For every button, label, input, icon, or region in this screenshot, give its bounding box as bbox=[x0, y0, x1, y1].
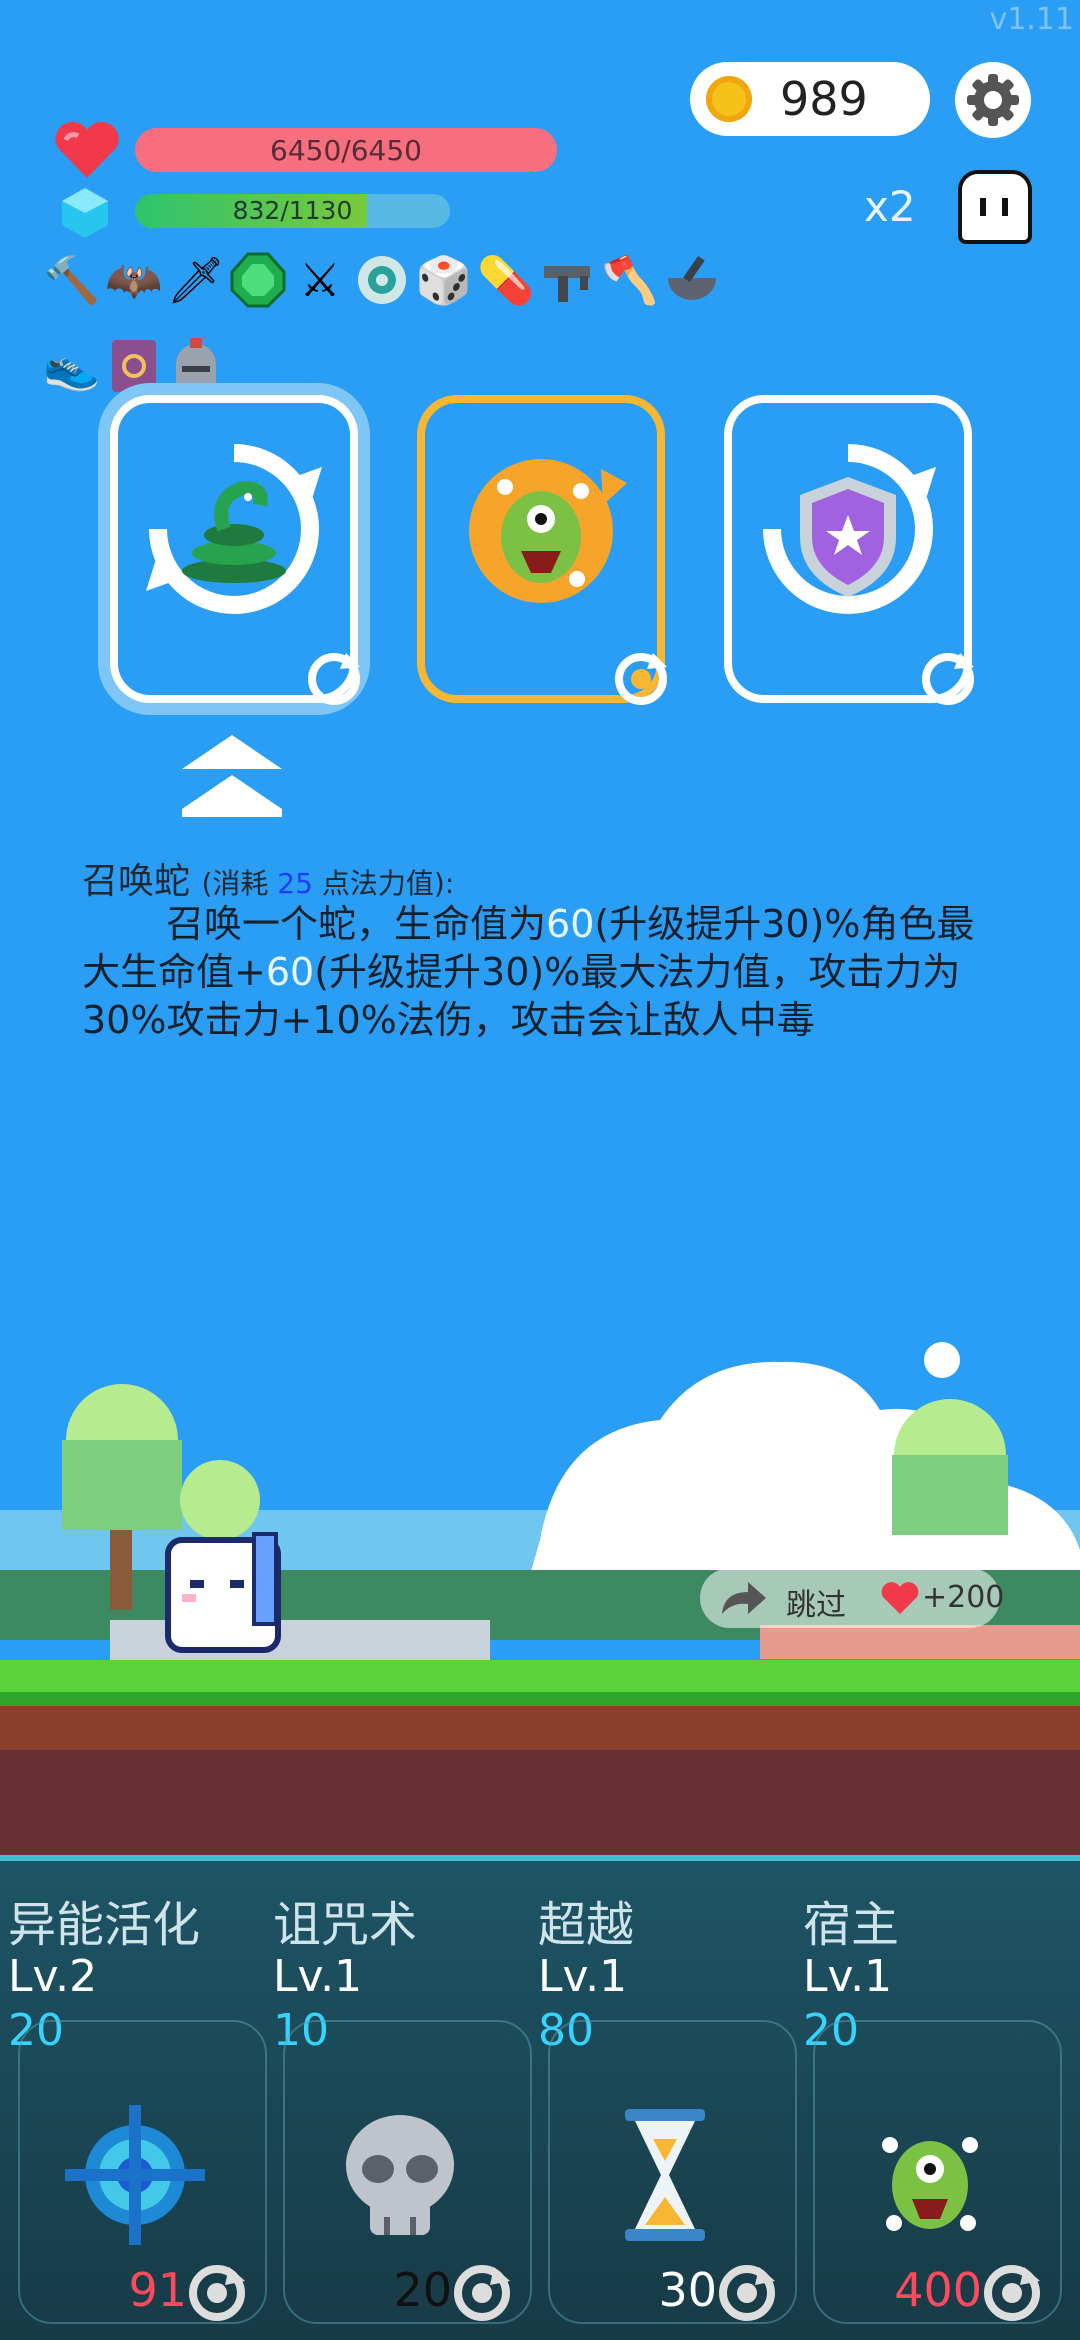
mana-crystal-icon bbox=[62, 188, 108, 238]
desc-value: 60 bbox=[265, 950, 315, 994]
skill-shop-panel: 异能活化 Lv.2 20 91 诅咒术 Lv.1 10 20 超越 Lv.1 8… bbox=[0, 1855, 1080, 2340]
upgrade-icon[interactable] bbox=[717, 2263, 777, 2323]
ring-icon[interactable] bbox=[354, 250, 410, 310]
sneaker-icon[interactable]: 👟 bbox=[43, 336, 100, 396]
card-monster[interactable] bbox=[417, 395, 667, 705]
skill-level: Lv.1 bbox=[273, 1951, 363, 2002]
item-row-2: 👟 bbox=[43, 336, 224, 396]
skill-cost-text: (消耗 25 点法力值): bbox=[201, 867, 454, 900]
reroll-icon[interactable] bbox=[918, 649, 978, 709]
gear-icon bbox=[967, 74, 1019, 126]
skill-description-title: 召唤蛇 (消耗 25 点法力值): bbox=[82, 852, 454, 904]
heart-icon bbox=[55, 121, 119, 178]
shield-icon bbox=[763, 444, 936, 614]
desc-value: 60 bbox=[546, 902, 595, 946]
hero-character bbox=[165, 1532, 281, 1653]
hp-bar: 6450/6450 bbox=[135, 128, 557, 172]
monster-icon bbox=[882, 2137, 978, 2231]
skill-level: Lv.2 bbox=[8, 1951, 98, 2002]
ghost-button[interactable] bbox=[958, 170, 1032, 244]
selection-chevron-icon bbox=[182, 735, 282, 817]
dagger-icon[interactable]: 🗡 bbox=[167, 250, 225, 310]
skill-level: Lv.1 bbox=[538, 1951, 628, 2002]
emerald-icon[interactable] bbox=[230, 250, 286, 310]
share-arrow-icon bbox=[722, 1582, 766, 1614]
skill-name: 超越 bbox=[538, 1897, 635, 1953]
skill-name: 异能活化 bbox=[8, 1897, 201, 1953]
spellbook-icon[interactable] bbox=[106, 336, 162, 396]
sword-icon[interactable]: ⚔ bbox=[292, 250, 348, 310]
cost-value: 25 bbox=[277, 867, 313, 900]
skill-slot[interactable]: 异能活化 Lv.2 20 91 bbox=[0, 1855, 267, 2340]
skill-price: 20 bbox=[393, 2263, 452, 2317]
hourglass-icon bbox=[625, 2109, 705, 2241]
snake-icon bbox=[146, 444, 322, 614]
skill-price: 400 bbox=[894, 2263, 982, 2317]
skill-slot[interactable]: 超越 Lv.1 80 30 bbox=[530, 1855, 797, 2340]
ghost-eye bbox=[980, 198, 986, 216]
axe-icon[interactable]: 🪓 bbox=[601, 250, 658, 310]
upgrade-icon[interactable] bbox=[982, 2263, 1042, 2323]
reroll-icon[interactable] bbox=[304, 649, 364, 709]
version-label: v1.11 bbox=[989, 2, 1074, 37]
dice-icon[interactable]: 🎲 bbox=[415, 250, 472, 310]
upgrade-icon[interactable] bbox=[187, 2263, 247, 2323]
ghost-eye bbox=[1002, 198, 1008, 216]
skill-name: 诅咒术 bbox=[273, 1897, 418, 1953]
skill-level: Lv.1 bbox=[803, 1951, 893, 2002]
speed-multiplier[interactable]: x2 bbox=[864, 182, 916, 231]
skill-price: 91 bbox=[128, 2263, 187, 2317]
mortar-icon[interactable] bbox=[664, 250, 720, 310]
coin-value: 989 bbox=[780, 72, 868, 126]
desc-part: 召唤一个蛇，生命值为 bbox=[166, 902, 547, 946]
uzi-icon[interactable] bbox=[540, 250, 596, 310]
helmet-icon[interactable] bbox=[168, 336, 224, 396]
skip-button[interactable]: 跳过 +200 bbox=[700, 1568, 1004, 1628]
skill-name: 宿主 bbox=[803, 1897, 900, 1953]
reroll-icon[interactable] bbox=[611, 649, 671, 709]
skill-slot[interactable]: 诅咒术 Lv.1 10 20 bbox=[265, 1855, 532, 2340]
upgrade-icon[interactable] bbox=[452, 2263, 512, 2323]
item-row-1: 🔨 🦇 🗡 ⚔ 🎲 💊 🪓 bbox=[43, 250, 720, 310]
skill-slot[interactable]: 宿主 Lv.1 20 400 bbox=[795, 1855, 1062, 2340]
hp-text: 6450/6450 bbox=[270, 134, 422, 167]
skip-label: 跳过 bbox=[786, 1588, 846, 1623]
card-shield[interactable] bbox=[724, 395, 974, 705]
mana-bar: 832/1130 bbox=[135, 194, 450, 228]
hammer-icon[interactable]: 🔨 bbox=[43, 250, 100, 310]
crosshair-icon bbox=[65, 2105, 205, 2245]
coin-counter: 989 bbox=[690, 62, 930, 136]
mana-text: 832/1130 bbox=[232, 196, 353, 225]
cost-prefix: (消耗 bbox=[201, 867, 278, 900]
card-summon-snake[interactable] bbox=[110, 395, 360, 705]
skill-price: 30 bbox=[658, 2263, 717, 2317]
coin-icon bbox=[706, 76, 752, 122]
bat-icon[interactable]: 🦇 bbox=[105, 250, 162, 310]
pill-icon[interactable]: 💊 bbox=[477, 250, 534, 310]
monster-icon bbox=[469, 459, 627, 603]
skull-icon bbox=[346, 2115, 454, 2235]
skill-name: 召唤蛇 bbox=[82, 861, 191, 902]
settings-button[interactable] bbox=[955, 62, 1031, 138]
skip-reward: +200 bbox=[922, 1580, 1005, 1615]
heart-icon bbox=[881, 1582, 919, 1614]
skill-description: 召唤一个蛇，生命值为60(升级提升30)%角色最大生命值+60(升级提升30)%… bbox=[82, 900, 1002, 1044]
cost-suffix: 点法力值): bbox=[312, 867, 455, 900]
